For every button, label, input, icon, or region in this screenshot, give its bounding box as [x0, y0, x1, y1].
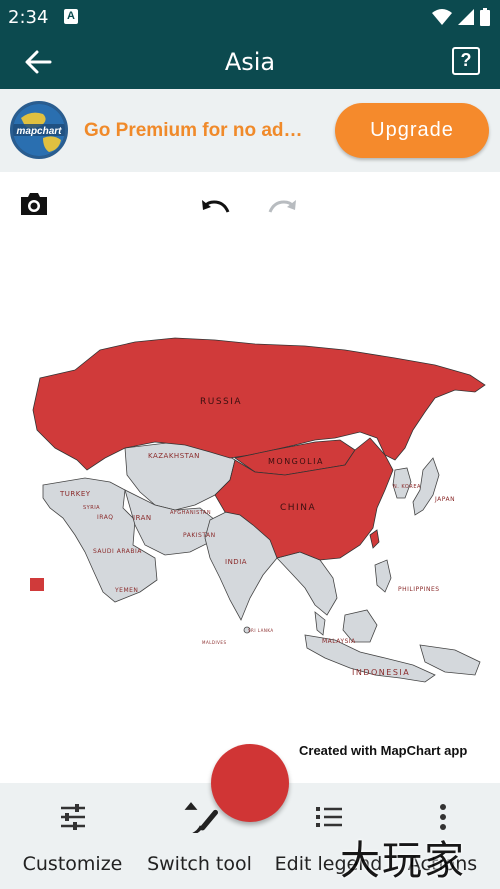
label-turkey: TURKEY [60, 490, 91, 498]
label-kazakhstan: KAZAKHSTAN [148, 452, 200, 460]
brush-icon [184, 802, 218, 833]
premium-text[interactable]: Go Premium for no ad… [84, 120, 303, 142]
label-india: INDIA [225, 558, 248, 566]
label-mongolia: MONGOLIA [268, 457, 324, 466]
label-iran: IRAN [133, 514, 152, 522]
mapchart-logo: mapchart [10, 101, 68, 159]
battery-icon [480, 8, 490, 26]
sliders-icon [60, 804, 85, 830]
status-bar: 2:34 A [0, 0, 500, 34]
map-canvas[interactable] [15, 330, 495, 700]
label-russia: RUSSIA [200, 397, 243, 407]
label-pakistan: PAKISTAN [183, 532, 216, 539]
watermark-text: 大玩家 [340, 838, 466, 884]
redo-icon[interactable] [266, 196, 298, 216]
label-iraq: IRAQ [97, 514, 114, 521]
upgrade-button[interactable]: Upgrade [335, 103, 489, 158]
nav-customize[interactable]: Customize [10, 783, 135, 889]
page-title: Asia [224, 48, 276, 76]
label-saudi-arabia: SAUDI ARABIA [93, 548, 142, 555]
label-afghanistan: AFGHANISTAN [170, 510, 212, 516]
region-taiwan [369, 529, 380, 549]
region-se-asia [276, 551, 338, 616]
asia-map[interactable]: RUSSIA MONGOLIA CHINA KAZAKHSTAN TURKEY … [15, 330, 495, 700]
notification-icon: A [64, 9, 78, 24]
wifi-icon [432, 9, 452, 25]
label-philippines: PHILIPPINES [398, 586, 440, 593]
label-north-korea: N. KOREA [393, 484, 421, 490]
nav-label: Switch tool [147, 853, 252, 875]
region-russia [32, 337, 486, 471]
label-sri-lanka: SRI LANKA [248, 628, 274, 633]
status-icons [432, 8, 490, 26]
undo-icon[interactable] [200, 196, 232, 216]
app-bar: Asia ? [0, 34, 500, 89]
region-malay [314, 611, 326, 636]
more-vertical-icon [439, 804, 446, 830]
camera-icon[interactable] [19, 191, 49, 217]
label-malaysia: MALAYSIA [322, 638, 356, 645]
label-japan: JAPAN [435, 496, 456, 503]
region-philippines [374, 559, 392, 593]
list-icon [315, 807, 342, 827]
signal-icon [458, 9, 474, 25]
logo-text: mapchart [16, 126, 62, 137]
status-time: 2:34 [8, 7, 49, 28]
label-china: CHINA [280, 503, 317, 513]
credit-text: Created with MapChart app [299, 743, 468, 758]
nav-label: Customize [22, 853, 123, 875]
legend-swatch[interactable] [30, 578, 44, 591]
label-maldives: MALDIVES [202, 640, 227, 645]
label-indonesia: INDONESIA [352, 668, 411, 677]
label-syria: SYRIA [83, 505, 101, 511]
region-new-guinea [419, 644, 481, 676]
label-yemen: YEMEN [115, 587, 139, 594]
color-picker-fab[interactable] [211, 744, 289, 822]
region-korea [392, 467, 412, 499]
help-button[interactable]: ? [452, 47, 480, 75]
